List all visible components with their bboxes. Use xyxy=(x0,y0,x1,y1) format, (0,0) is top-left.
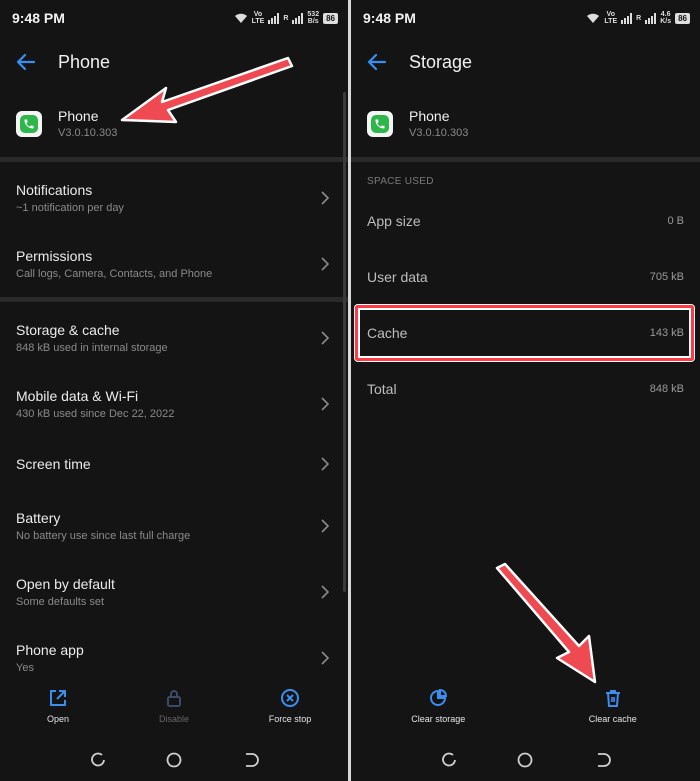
section-header: SPACE USED xyxy=(367,176,434,187)
open-external-icon xyxy=(50,690,66,706)
app-header: Phone V3.0.10.303 xyxy=(16,108,117,139)
chevron-right-icon xyxy=(321,519,330,533)
net-speed: 532 B/s xyxy=(307,11,320,25)
chevron-right-icon xyxy=(321,651,330,665)
status-time: 9:48 PM xyxy=(12,10,65,26)
trash-icon xyxy=(605,690,620,707)
row-app-size: App size 0 B xyxy=(367,213,684,229)
cache-highlight-box xyxy=(355,305,694,361)
signal-icon-2 xyxy=(292,12,304,24)
annotation-arrow xyxy=(495,562,597,684)
home-icon[interactable] xyxy=(516,751,534,769)
signal-icon-2 xyxy=(645,12,657,24)
action-bar: Open Disable Force stop xyxy=(0,688,348,732)
back-icon[interactable] xyxy=(593,751,611,769)
page-title: Phone xyxy=(58,51,111,72)
signal-icon xyxy=(621,12,633,24)
row-user-data: User data 705 kB xyxy=(367,269,684,285)
app-version: V3.0.10.303 xyxy=(58,127,118,139)
roaming-indicator: R xyxy=(283,14,289,22)
divider xyxy=(351,157,700,162)
app-version: V3.0.10.303 xyxy=(409,127,469,139)
close-circle-icon xyxy=(281,689,299,707)
volte-indicator: Vo LTE xyxy=(604,11,618,25)
nav-bar xyxy=(351,748,700,772)
app-info-screen: 9:48 PM Vo LTE R 532 B/s 86 Phone Phone … xyxy=(0,0,348,781)
battery-icon: 86 xyxy=(675,12,690,24)
back-arrow-icon[interactable] xyxy=(14,50,38,74)
status-time: 9:48 PM xyxy=(363,10,416,26)
divider xyxy=(0,157,348,162)
back-icon[interactable] xyxy=(241,751,259,769)
row-phone-app[interactable]: Phone app Yes xyxy=(0,627,348,689)
chevron-right-icon xyxy=(321,257,330,271)
status-bar: 9:48 PM Vo LTE R 4.6 K/s 86 xyxy=(363,8,690,28)
back-arrow-icon[interactable] xyxy=(365,50,389,74)
chevron-right-icon xyxy=(321,331,330,345)
row-permissions[interactable]: Permissions Call logs, Camera, Contacts, … xyxy=(0,233,348,295)
row-screen-time[interactable]: Screen time xyxy=(0,433,348,495)
app-bar: Storage xyxy=(351,44,700,80)
action-bar: Clear storage Clear cache xyxy=(351,688,700,732)
chevron-right-icon xyxy=(321,397,330,411)
chevron-right-icon xyxy=(321,457,330,471)
chevron-right-icon xyxy=(321,585,330,599)
lock-icon xyxy=(167,690,181,707)
signal-icon xyxy=(268,12,280,24)
app-bar: Phone xyxy=(0,44,348,80)
roaming-indicator: R xyxy=(636,14,642,22)
divider xyxy=(0,297,348,302)
page-title: Storage xyxy=(409,51,473,72)
wifi-icon xyxy=(587,13,600,23)
row-mobile-data[interactable]: Mobile data & Wi-Fi 430 kB used since Dec… xyxy=(0,373,348,435)
phone-app-icon xyxy=(16,110,42,137)
pie-chart-icon xyxy=(430,688,448,706)
open-button[interactable]: Open xyxy=(0,688,116,732)
row-total: Total 848 kB xyxy=(367,381,684,397)
clear-storage-button[interactable]: Clear storage xyxy=(351,688,526,732)
storage-screen: 9:48 PM Vo LTE R 4.6 K/s 86 Storage Phon… xyxy=(351,0,700,781)
volte-indicator: Vo LTE xyxy=(251,11,265,25)
status-bar: 9:48 PM Vo LTE R 532 B/s 86 xyxy=(12,8,338,28)
app-name: Phone xyxy=(409,108,450,124)
row-battery[interactable]: Battery No battery use since last full ch… xyxy=(0,495,348,557)
recent-apps-icon[interactable] xyxy=(440,751,458,769)
recent-apps-icon[interactable] xyxy=(89,751,107,769)
row-notifications[interactable]: Notifications ~1 notification per day xyxy=(0,167,348,229)
battery-icon: 86 xyxy=(323,12,338,24)
force-stop-button[interactable]: Force stop xyxy=(232,688,348,732)
app-name: Phone xyxy=(58,108,99,124)
home-icon[interactable] xyxy=(165,751,183,769)
scrollbar[interactable] xyxy=(343,92,346,592)
nav-bar xyxy=(0,748,348,772)
row-open-by-default[interactable]: Open by default Some defaults set xyxy=(0,561,348,623)
net-speed: 4.6 K/s xyxy=(660,11,672,25)
row-storage-cache[interactable]: Storage & cache 848 kB used in internal s… xyxy=(0,307,348,369)
wifi-icon xyxy=(234,13,247,23)
phone-app-icon xyxy=(367,110,393,137)
disable-button[interactable]: Disable xyxy=(116,688,232,732)
app-header: Phone V3.0.10.303 xyxy=(367,108,468,139)
clear-cache-button[interactable]: Clear cache xyxy=(526,688,700,732)
chevron-right-icon xyxy=(321,191,330,205)
